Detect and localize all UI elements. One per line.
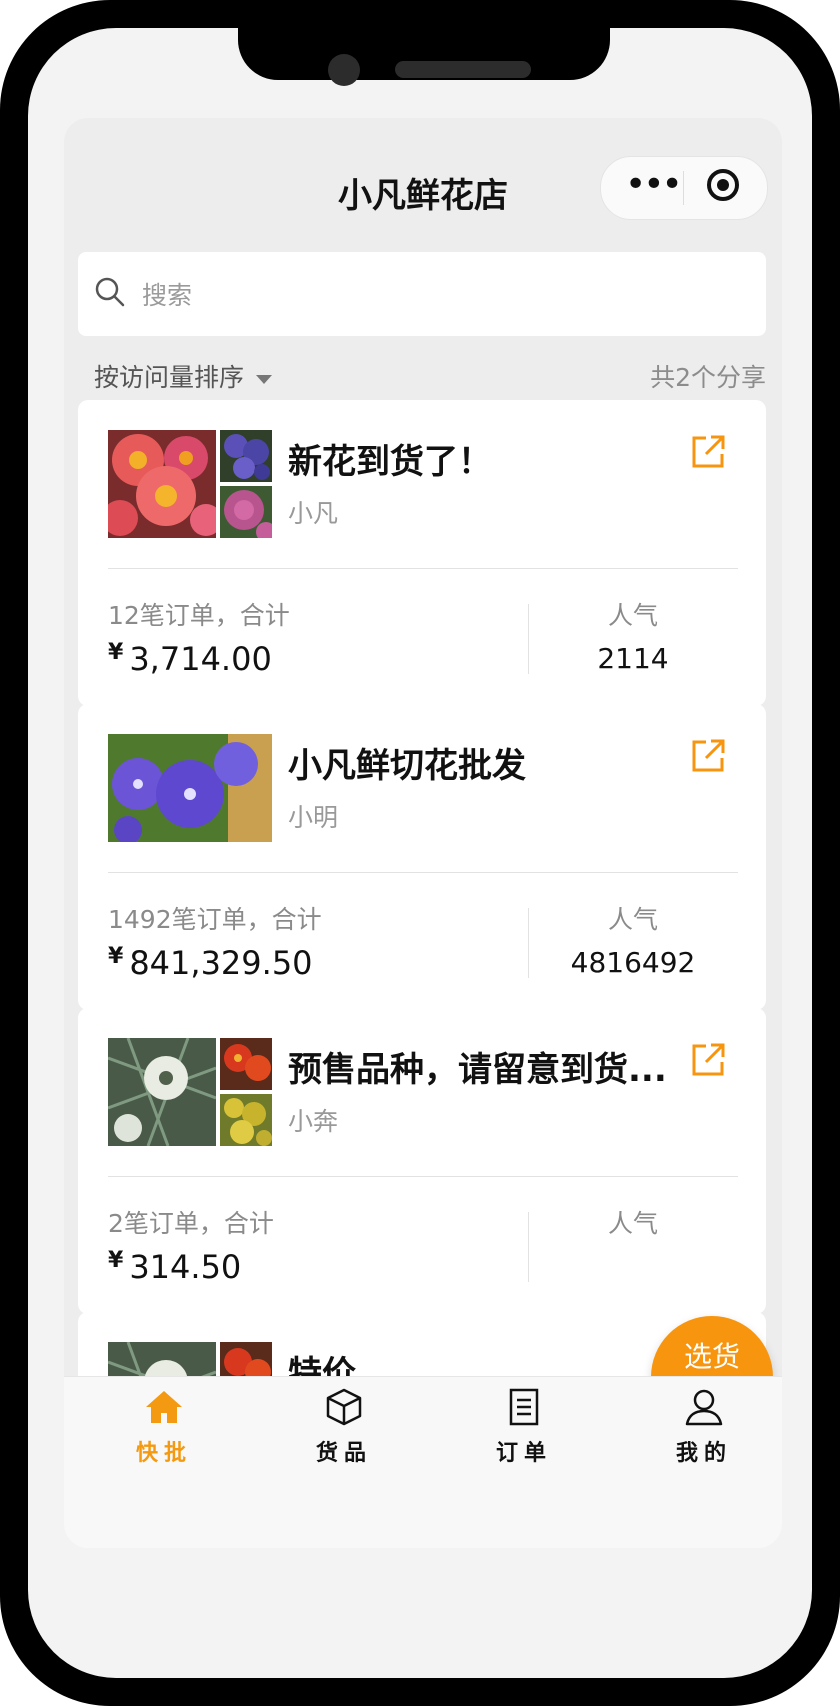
stat-divider bbox=[528, 604, 529, 674]
card-author: 小奔 bbox=[288, 1107, 339, 1136]
card-author: 小明 bbox=[288, 803, 339, 832]
share-card[interactable]: 预售品种，请留意到货... 小奔 2笔订单，合计 ¥314.50 人气 bbox=[78, 1008, 766, 1314]
amount-value: 3,714.00 bbox=[129, 640, 272, 678]
mini-program: 小凡鲜花店 ••• 按访问量排序 共2个分享 bbox=[64, 118, 782, 1548]
popularity-label: 人气 bbox=[607, 1209, 658, 1238]
caret-down-icon bbox=[256, 374, 273, 384]
box-icon bbox=[326, 1388, 362, 1426]
card-author: 小凡 bbox=[288, 499, 339, 528]
share-card[interactable]: 新花到货了！ 小凡 12笔订单，合计 ¥3,714.00 人气 2114 bbox=[78, 400, 766, 706]
flower-photo bbox=[108, 430, 216, 538]
card-divider bbox=[108, 568, 738, 569]
currency-symbol: ¥ bbox=[108, 640, 124, 665]
close-miniprogram-icon[interactable] bbox=[707, 169, 739, 201]
card-title: 小凡鲜切花批发 bbox=[288, 746, 526, 786]
flower-photo bbox=[220, 1038, 272, 1090]
order-summary: 12笔订单，合计 bbox=[108, 601, 290, 630]
tab-label: 快批 bbox=[135, 1441, 192, 1466]
capsule-menu: ••• bbox=[600, 156, 768, 220]
card-title: 预售品种，请留意到货... bbox=[288, 1050, 667, 1090]
flower-photo bbox=[220, 430, 272, 482]
order-amount: ¥841,329.50 bbox=[108, 944, 313, 982]
tab-label: 货品 bbox=[315, 1441, 372, 1466]
card-divider bbox=[108, 1176, 738, 1177]
more-icon[interactable]: ••• bbox=[625, 165, 683, 205]
currency-symbol: ¥ bbox=[108, 1248, 124, 1273]
stat-divider bbox=[528, 908, 529, 978]
card-thumbnails bbox=[108, 430, 272, 538]
popularity-label: 人气 bbox=[607, 601, 658, 630]
search-bar[interactable] bbox=[78, 252, 766, 336]
order-amount: ¥314.50 bbox=[108, 1248, 241, 1286]
phone-screen: 小凡鲜花店 ••• 按访问量排序 共2个分享 bbox=[28, 28, 812, 1678]
tab-orders[interactable]: 订单 bbox=[464, 1387, 584, 1467]
order-amount: ¥3,714.00 bbox=[108, 640, 272, 678]
flower-photo bbox=[220, 486, 272, 538]
share-icon[interactable] bbox=[690, 738, 726, 774]
popularity-value: 4816492 bbox=[570, 946, 696, 979]
flower-photo bbox=[108, 734, 272, 842]
home-icon bbox=[146, 1391, 182, 1423]
popularity-label: 人气 bbox=[607, 905, 658, 934]
tab-wholesale[interactable]: 快批 bbox=[104, 1387, 224, 1467]
fab-line-1: 选货 bbox=[683, 1340, 740, 1373]
search-icon bbox=[95, 277, 125, 307]
tab-mine[interactable]: 我的 bbox=[644, 1387, 764, 1467]
popularity-value: 2114 bbox=[597, 642, 669, 675]
amount-value: 314.50 bbox=[129, 1248, 242, 1286]
share-count: 共2个分享 bbox=[650, 363, 766, 392]
flower-photo bbox=[108, 1038, 216, 1146]
order-summary: 2笔订单，合计 bbox=[108, 1209, 274, 1238]
front-camera bbox=[328, 54, 360, 86]
sort-label: 按访问量排序 bbox=[94, 363, 245, 392]
tab-label: 我的 bbox=[675, 1441, 732, 1466]
phone-frame: 小凡鲜花店 ••• 按访问量排序 共2个分享 bbox=[0, 0, 840, 1706]
tab-label: 订单 bbox=[495, 1441, 552, 1466]
tab-goods[interactable]: 货品 bbox=[284, 1387, 404, 1467]
flower-photo bbox=[220, 1094, 272, 1146]
order-summary: 1492笔订单，合计 bbox=[108, 905, 322, 934]
search-input[interactable] bbox=[140, 272, 744, 318]
card-title: 新花到货了！ bbox=[288, 442, 492, 482]
card-thumbnails bbox=[108, 734, 272, 842]
card-divider bbox=[108, 872, 738, 873]
earpiece bbox=[395, 61, 531, 78]
document-icon bbox=[509, 1388, 539, 1426]
share-card[interactable]: 小凡鲜切花批发 小明 1492笔订单，合计 ¥841,329.50 人气 481… bbox=[78, 704, 766, 1010]
stat-divider bbox=[528, 1212, 529, 1282]
share-icon[interactable] bbox=[690, 434, 726, 470]
tab-bar: 快批 货品 订单 我的 bbox=[64, 1376, 782, 1548]
amount-value: 841,329.50 bbox=[129, 944, 313, 982]
share-icon[interactable] bbox=[690, 1042, 726, 1078]
currency-symbol: ¥ bbox=[108, 944, 124, 969]
sort-dropdown[interactable]: 按访问量排序 bbox=[94, 358, 273, 394]
card-thumbnails bbox=[108, 1038, 272, 1146]
capsule-divider bbox=[683, 171, 684, 205]
user-icon bbox=[685, 1389, 723, 1426]
